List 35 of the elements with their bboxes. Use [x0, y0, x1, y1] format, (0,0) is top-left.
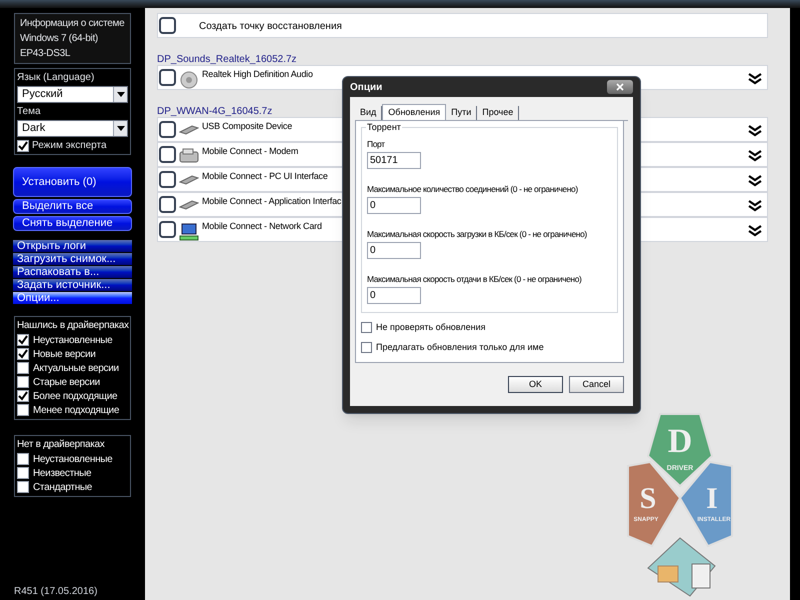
filter-label: Актуальные версии: [33, 362, 119, 376]
filter-label: Неустановленные: [33, 334, 112, 348]
version-label: R451 (17.05.2016): [14, 586, 98, 598]
checkbox-label: Предлагать обновления только для име: [376, 340, 544, 354]
theme-label: Тема: [17, 105, 42, 119]
device-name: Mobile Connect - Network Card: [202, 221, 322, 232]
filter-label: Менее подходящие: [33, 404, 120, 418]
filter-label: Неизвестные: [33, 466, 92, 480]
language-label: Язык (Language): [17, 71, 96, 85]
filter-label: Новые версии: [33, 348, 96, 362]
filter-group-title: Нет в драйверпаках: [17, 438, 106, 452]
expert-mode-label: Режим эксперта: [32, 139, 107, 153]
filter-label: Неустановленные: [33, 452, 112, 466]
field-label: Порт: [367, 138, 385, 150]
device-name: Mobile Connect - Modem: [202, 146, 298, 157]
system-info-line: Информация о системе: [20, 17, 125, 31]
dialog-title: Опции: [350, 80, 384, 94]
device-name: Mobile Connect - Application Interfac: [202, 196, 342, 207]
device-name: USB Composite Device: [202, 121, 292, 132]
driver-pack-name: DP_WWAN-4G_16045.7z: [157, 106, 272, 117]
system-info-line: Windows 7 (64-bit): [20, 32, 99, 46]
device-name: Realtek High Definition Audio: [202, 69, 313, 80]
field-label: Максимальная скорость загрузки в КБ/сек (0 - не ограничено): [367, 228, 587, 240]
filter-label: Старые версии: [33, 376, 100, 390]
field-label: Максимальное количество соединений (0 - не ограничено): [367, 183, 578, 195]
device-name: Mobile Connect - PC UI Interface: [202, 171, 328, 182]
filter-label: Более подходящие: [33, 390, 118, 404]
filter-label: Стандартные: [33, 480, 92, 494]
group-title: Торрент: [366, 122, 402, 133]
filter-group-title: Нашлись в драйверпаках: [17, 319, 128, 333]
restore-point-label: Создать точку восстановления: [199, 20, 342, 34]
checkbox-label: Не проверять обновления: [376, 321, 486, 334]
driver-pack-name: DP_Sounds_Realtek_16052.7z: [157, 54, 297, 65]
system-info-line: EP43-DS3L: [20, 47, 72, 61]
field-label: Максимальная скорость отдачи в КБ/сек (0 - не ограничено): [367, 273, 582, 285]
